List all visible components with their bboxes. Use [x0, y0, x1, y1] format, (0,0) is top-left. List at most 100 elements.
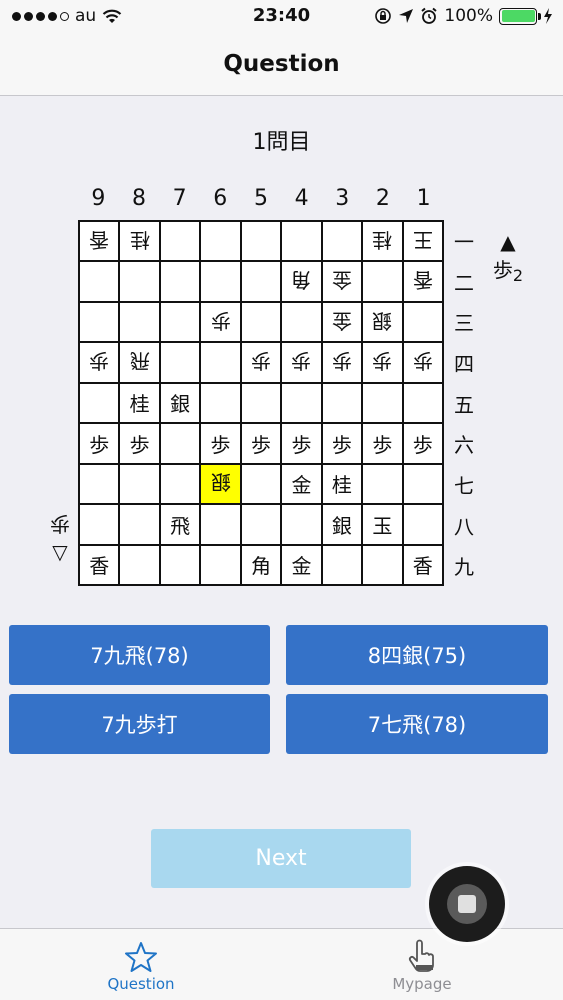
board-square[interactable] [402, 463, 443, 505]
board-square[interactable] [240, 463, 282, 505]
answer-button-3[interactable]: 7九歩打 [9, 694, 270, 754]
row-label: 一 [454, 229, 474, 254]
board-square[interactable]: 桂 [119, 221, 160, 262]
board-square[interactable] [240, 382, 282, 424]
board-square[interactable] [321, 382, 363, 424]
board-square[interactable] [79, 261, 120, 302]
board-square[interactable] [159, 544, 201, 585]
board-square[interactable] [362, 544, 403, 585]
board-square[interactable]: 銀 [321, 504, 363, 545]
assistive-touch-button[interactable] [429, 866, 505, 942]
board-square[interactable] [159, 463, 201, 505]
board-square[interactable]: 桂 [321, 463, 363, 505]
board-square[interactable] [402, 301, 443, 343]
board-square[interactable] [240, 301, 282, 343]
board-square[interactable] [79, 463, 120, 505]
board-square[interactable]: 歩 [321, 423, 363, 464]
hand-pointer-icon [408, 939, 434, 972]
board-square[interactable] [402, 504, 443, 545]
board-square[interactable]: 金 [281, 544, 322, 585]
board-square[interactable]: 歩 [79, 423, 120, 464]
board-square[interactable]: 歩 [281, 342, 322, 383]
board-square[interactable]: 歩 [402, 423, 443, 464]
answer-button-1[interactable]: 7九飛(78) [9, 625, 270, 685]
board-square[interactable]: 歩 [321, 342, 363, 383]
row-label: 三 [454, 311, 474, 336]
board-square[interactable]: 金 [321, 301, 363, 343]
board-square[interactable] [159, 301, 201, 343]
next-button[interactable]: Next [151, 829, 411, 888]
board-square[interactable]: 歩 [79, 342, 120, 383]
board-square[interactable]: 香 [79, 221, 120, 262]
board-square[interactable] [281, 301, 322, 343]
board-square[interactable]: 歩 [362, 423, 403, 464]
board-square[interactable] [119, 463, 160, 505]
board-square[interactable]: 歩 [240, 423, 282, 464]
board-square[interactable]: 香 [402, 544, 443, 585]
board-square[interactable] [362, 261, 403, 302]
board-square[interactable] [159, 342, 201, 383]
board-square[interactable]: 桂 [119, 382, 160, 424]
board-square[interactable]: 飛 [119, 342, 160, 383]
board-square[interactable] [362, 463, 403, 505]
sente-piece: 金 [291, 554, 312, 579]
board-square[interactable]: 銀 [200, 463, 241, 505]
board-square[interactable]: 玉 [362, 504, 403, 545]
board-square[interactable]: 金 [321, 261, 363, 302]
row-label: 二 [454, 270, 474, 295]
board-square[interactable] [281, 221, 322, 262]
board-square[interactable] [200, 261, 241, 302]
board-square[interactable] [159, 221, 201, 262]
board-square[interactable]: 歩 [200, 301, 241, 343]
sente-piece: 香 [412, 554, 433, 579]
board-square[interactable] [281, 382, 322, 424]
board-square[interactable]: 銀 [362, 301, 403, 343]
board-square[interactable]: 歩 [200, 423, 241, 464]
board-square[interactable] [240, 504, 282, 545]
board-square[interactable] [119, 301, 160, 343]
board-square[interactable] [200, 382, 241, 424]
board-square[interactable]: 歩 [240, 342, 282, 383]
column-label: 3 [335, 186, 350, 211]
board-square[interactable]: 歩 [362, 342, 403, 383]
board-square[interactable] [362, 382, 403, 424]
gote-piece: 金 [331, 268, 352, 293]
board-square[interactable]: 歩 [119, 423, 160, 464]
board-square[interactable] [321, 221, 363, 262]
board-square[interactable]: 角 [240, 544, 282, 585]
board-square[interactable] [402, 382, 443, 424]
board-square[interactable]: 桂 [362, 221, 403, 262]
board-square[interactable] [200, 342, 241, 383]
board-square[interactable] [240, 221, 282, 262]
tab-mypage-label: Mypage [392, 975, 452, 993]
board-square[interactable]: 香 [79, 544, 120, 585]
board-square[interactable]: 香 [402, 261, 443, 302]
board-square[interactable]: 歩 [402, 342, 443, 383]
board-square[interactable]: 飛 [159, 504, 201, 545]
board-square[interactable] [200, 544, 241, 585]
board-square[interactable]: 金 [281, 463, 322, 505]
answer-button-2[interactable]: 8四銀(75) [286, 625, 548, 685]
board-square[interactable]: 角 [281, 261, 322, 302]
board-square[interactable] [159, 423, 201, 464]
tab-question[interactable]: Question [71, 929, 211, 1000]
board-square[interactable] [321, 544, 363, 585]
gote-piece: 桂 [372, 227, 393, 252]
board-square[interactable] [281, 504, 322, 545]
rotation-lock-icon [375, 8, 392, 24]
board-square[interactable] [159, 261, 201, 302]
board-square[interactable]: 王 [402, 221, 443, 262]
board-square[interactable]: 歩 [281, 423, 322, 464]
board-square[interactable] [119, 504, 160, 545]
sente-piece: 歩 [412, 432, 433, 457]
board-square[interactable]: 銀 [159, 382, 201, 424]
board-square[interactable] [200, 504, 241, 545]
board-square[interactable] [119, 261, 160, 302]
board-square[interactable] [119, 544, 160, 585]
answer-button-4[interactable]: 7七飛(78) [286, 694, 548, 754]
board-square[interactable] [79, 382, 120, 424]
board-square[interactable] [200, 221, 241, 262]
board-square[interactable] [240, 261, 282, 302]
board-square[interactable] [79, 301, 120, 343]
board-square[interactable] [79, 504, 120, 545]
